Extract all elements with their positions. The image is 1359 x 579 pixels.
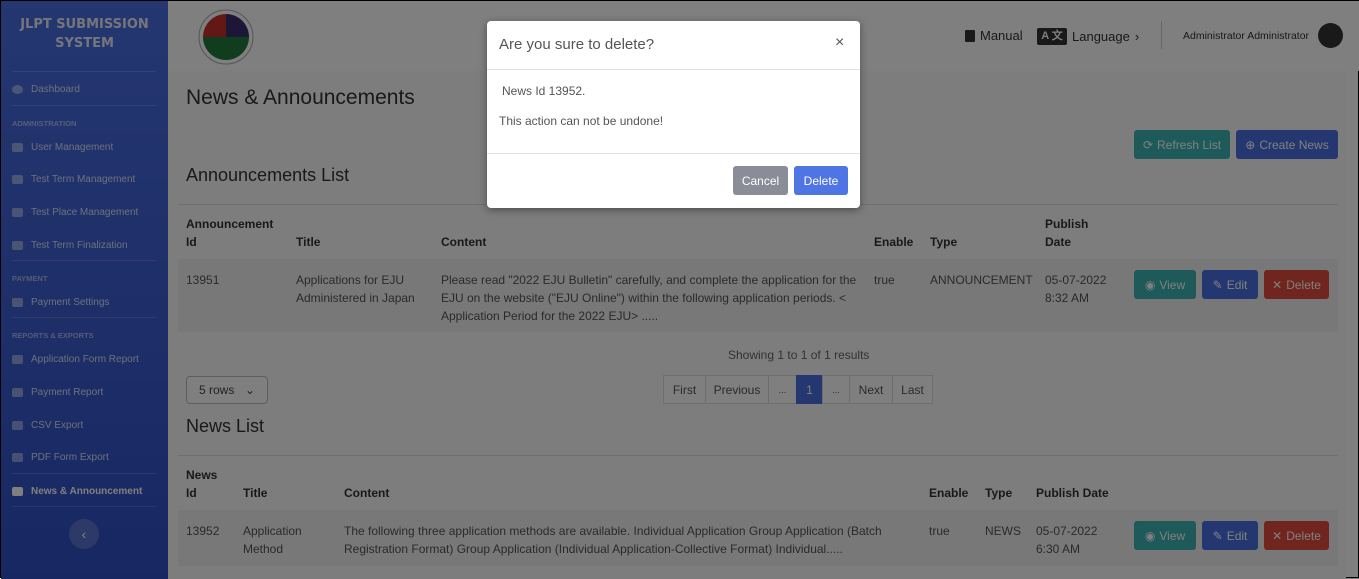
delete-confirm-dialog: Are you sure to delete? × News Id 13952.… — [487, 21, 860, 208]
confirm-delete-button[interactable]: Delete — [794, 166, 848, 195]
dialog-title: Are you sure to delete? — [499, 36, 655, 53]
dialog-warning: This action can not be undone! — [499, 114, 664, 128]
cancel-button[interactable]: Cancel — [733, 166, 788, 195]
dialog-news-id: News Id 13952. — [502, 84, 586, 98]
close-icon[interactable]: × — [835, 34, 844, 52]
